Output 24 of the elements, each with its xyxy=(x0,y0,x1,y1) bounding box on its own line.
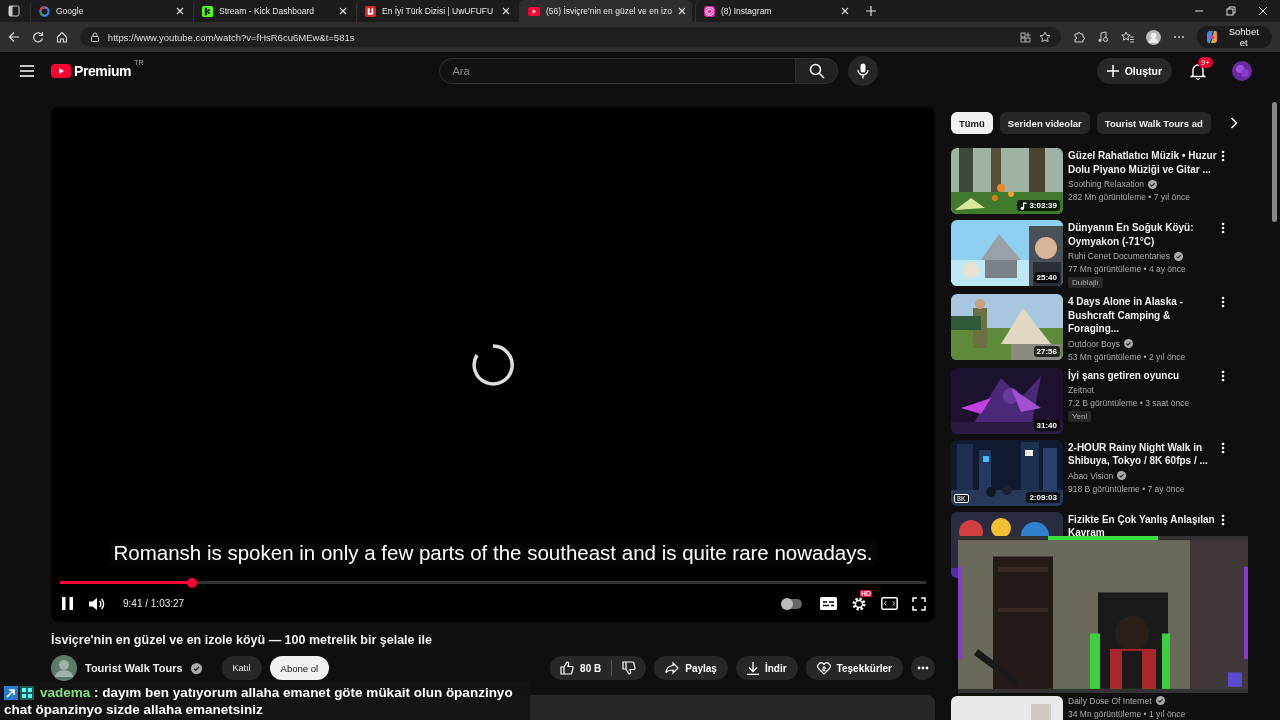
duration-text: 2:09:03 xyxy=(1029,492,1057,502)
duration-text: 27:56 xyxy=(1036,347,1057,356)
view-stats: 918 B görüntüleme • 7 ay önce xyxy=(1068,483,1186,494)
duration-text: 31:40 xyxy=(1036,420,1057,430)
view-stats: 53 Mn görüntüleme • 2 yıl önce xyxy=(1068,351,1187,362)
duration-text: 3:03:39 xyxy=(1029,201,1057,210)
tab-title: (56) İsviçre'nin en güzel ve en izo xyxy=(546,6,672,16)
time-display: 9:41 / 1:03:27 xyxy=(123,598,185,609)
video-badge: Dublajlı xyxy=(1068,277,1103,288)
chat-message: vadema : dayım ben yatıyorum allaha emanet göte mükait olun öpanzinyo xyxy=(40,684,513,701)
tab-title: (8) Instagram xyxy=(720,6,773,16)
view-stats: 7,2 B görüntüleme • 3 saat önce xyxy=(1068,398,1191,408)
tab-title: En İyi Türk Dizisi | UwUFUFU xyxy=(382,6,495,16)
view-stats: 77 Mn görüntüleme • 4 ay önce xyxy=(1068,264,1187,274)
url-text: https://www.youtube.com/watch?v=fHsR6cu6MEw&t=581s xyxy=(107,31,355,43)
video-title: İsviçre'nin en güzel ve en izole köyü — 100 metrelik bir şelale ile xyxy=(51,633,433,647)
chat-message-line: chat öpanzinyo sizde allaha emanetsiniz xyxy=(4,701,263,718)
duration-text: 25:40 xyxy=(1036,273,1057,282)
video-badge: Yeni xyxy=(1068,411,1092,422)
tab-title: Google xyxy=(56,6,85,16)
view-stats: 282 Mn görüntüleme • 7 yıl önce xyxy=(1068,192,1192,202)
view-stats: 34 Mn görüntüleme • 1 yıl önce xyxy=(1068,708,1187,719)
subtitle-caption: Romansh is spoken in only a few parts of the southeast and is quite rare nowadays. xyxy=(108,540,878,566)
tab-title: Stream - Kick Dashboard xyxy=(219,6,315,16)
